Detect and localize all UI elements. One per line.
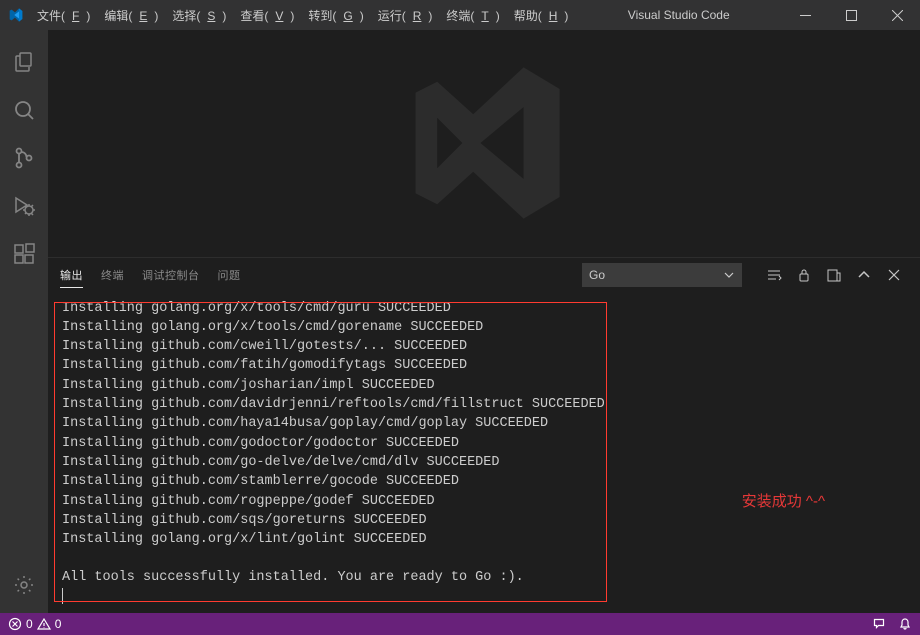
vscode-watermark-icon (394, 53, 574, 233)
error-count: 0 (26, 617, 33, 631)
panel-tab-bar: 输出 终端 调试控制台 问题 Go (48, 258, 920, 293)
annotation-text: 安装成功 ^-^ (742, 490, 825, 511)
output-line: Installing github.com/godoctor/godoctor … (62, 434, 605, 453)
menu-help[interactable]: 帮助(H) (507, 7, 576, 24)
maximize-button[interactable] (828, 0, 874, 30)
menu-bar: 文件(F) 编辑(E) 选择(S) 查看(V) 转到(G) 运行(R) 终端(T… (30, 7, 575, 24)
tab-problems[interactable]: 问题 (218, 263, 241, 287)
tab-terminal[interactable]: 终端 (101, 263, 124, 287)
clear-output-icon[interactable] (760, 261, 788, 289)
output-line: Installing golang.org/x/tools/cmd/guru S… (62, 299, 605, 318)
manage-gear-icon[interactable] (0, 561, 48, 609)
output-line: All tools successfully installed. You ar… (62, 568, 605, 587)
output-line: Installing github.com/go-delve/delve/cmd… (62, 453, 605, 472)
output-line: Installing github.com/josharian/impl SUC… (62, 376, 605, 395)
output-channel-value: Go (589, 268, 605, 282)
lock-scroll-icon[interactable] (790, 261, 818, 289)
text-cursor (62, 588, 63, 604)
menu-goto[interactable]: 转到(G) (301, 7, 370, 24)
output-line: Installing github.com/cweill/gotests/...… (62, 337, 605, 356)
output-line: Installing github.com/fatih/gomodifytags… (62, 356, 605, 375)
vscode-logo-icon (0, 7, 30, 23)
output-line: Installing github.com/davidrjenni/reftoo… (62, 395, 605, 414)
menu-terminal[interactable]: 终端(T) (439, 7, 506, 24)
close-panel-icon[interactable] (880, 261, 908, 289)
output-content[interactable]: Installing golang.org/x/tools/cmd/guru S… (48, 293, 619, 613)
tab-debug-console[interactable]: 调试控制台 (142, 263, 200, 287)
menu-select[interactable]: 选择(S) (165, 7, 233, 24)
error-icon (8, 617, 22, 631)
status-errors[interactable]: 0 0 (2, 613, 67, 635)
bottom-panel: 输出 终端 调试控制台 问题 Go Inst (48, 257, 920, 613)
collapse-panel-icon[interactable] (850, 261, 878, 289)
minimize-button[interactable] (782, 0, 828, 30)
source-control-icon[interactable] (0, 134, 48, 182)
status-notifications-icon[interactable] (892, 613, 918, 635)
output-line: Installing github.com/haya14busa/goplay/… (62, 414, 605, 433)
extensions-icon[interactable] (0, 230, 48, 278)
window-title: Visual Studio Code (575, 8, 782, 22)
editor-area (48, 30, 920, 257)
output-line: Installing golang.org/x/tools/cmd/gorena… (62, 318, 605, 337)
panel-actions (760, 261, 908, 289)
warning-count: 0 (55, 617, 62, 631)
output-line: Installing golang.org/x/lint/golint SUCC… (62, 530, 605, 549)
menu-edit[interactable]: 编辑(E) (97, 7, 165, 24)
chevron-down-icon (723, 269, 735, 281)
output-line: Installing github.com/sqs/goreturns SUCC… (62, 511, 605, 530)
status-bar: 0 0 (0, 613, 920, 635)
window-controls (782, 0, 920, 30)
warning-icon (37, 617, 51, 631)
open-log-icon[interactable] (820, 261, 848, 289)
output-line: Installing github.com/rogpeppe/godef SUC… (62, 492, 605, 511)
tab-output[interactable]: 输出 (60, 263, 83, 288)
menu-file[interactable]: 文件(F) (30, 7, 97, 24)
menu-run[interactable]: 运行(R) (371, 7, 440, 24)
output-line (62, 549, 605, 568)
menu-view[interactable]: 查看(V) (233, 7, 301, 24)
status-feedback-icon[interactable] (866, 613, 892, 635)
activity-bar (0, 30, 48, 613)
search-icon[interactable] (0, 86, 48, 134)
explorer-icon[interactable] (0, 38, 48, 86)
output-line: Installing github.com/stamblerre/gocode … (62, 472, 605, 491)
output-channel-selector[interactable]: Go (582, 263, 742, 287)
run-debug-icon[interactable] (0, 182, 48, 230)
close-button[interactable] (874, 0, 920, 30)
title-bar: 文件(F) 编辑(E) 选择(S) 查看(V) 转到(G) 运行(R) 终端(T… (0, 0, 920, 30)
